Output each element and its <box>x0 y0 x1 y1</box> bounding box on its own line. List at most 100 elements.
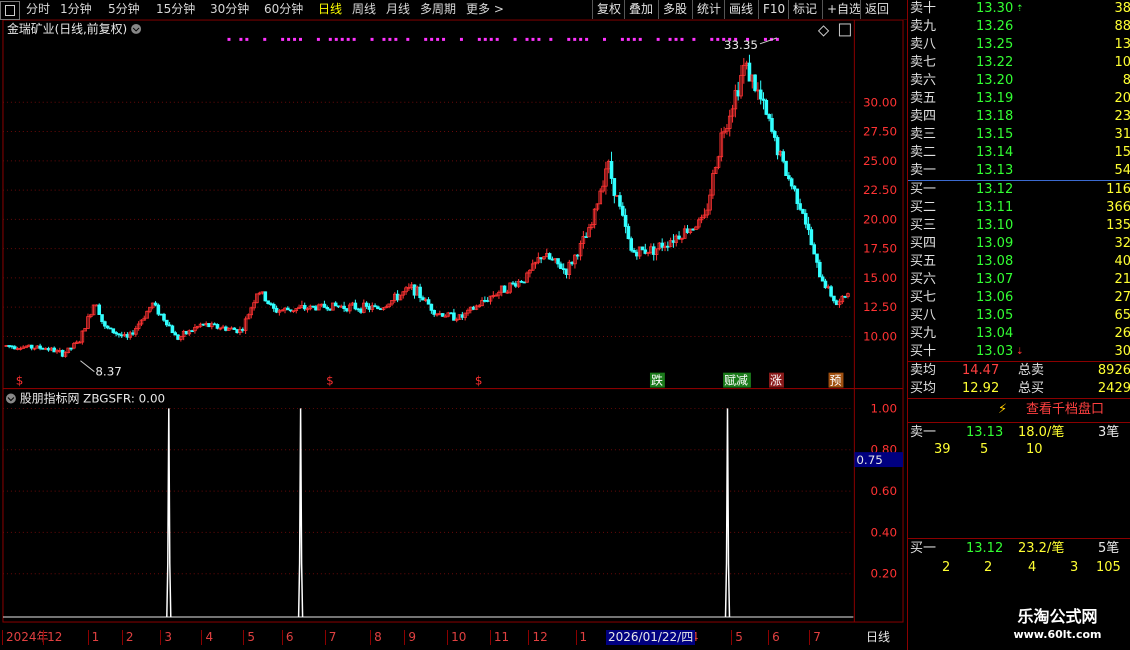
high-price-label: 33.35 <box>724 38 758 52</box>
ask-row[interactable]: 卖三 13.15 31 <box>908 126 1130 144</box>
toolbar-action-0[interactable]: 复权 <box>592 0 625 19</box>
toolbar-action-4[interactable]: 画线 <box>724 0 757 19</box>
signal-dot <box>477 37 481 41</box>
period-tab-0[interactable]: 分时 <box>26 2 50 17</box>
bid-row[interactable]: 买二 13.11 366 <box>908 199 1130 217</box>
ask-row[interactable]: 卖七 13.22 10 <box>908 54 1130 72</box>
candle-body <box>94 304 99 307</box>
avg-ask-label: 卖均 <box>910 363 937 378</box>
candle-body <box>114 332 118 335</box>
signal-dot <box>549 37 553 41</box>
candle-body <box>232 327 237 330</box>
bid-row[interactable]: 买十 13.03 ⇣ 30 <box>908 343 1130 361</box>
candle-body <box>440 313 445 317</box>
event-marker[interactable]: 赋减 <box>724 374 748 388</box>
main-pane-frame <box>2 20 904 390</box>
event-marker[interactable]: 跌 <box>651 374 663 388</box>
period-tab-2[interactable]: 5分钟 <box>108 2 140 17</box>
candle-body <box>452 312 456 321</box>
period-tab-4[interactable]: 30分钟 <box>210 2 249 17</box>
candle-body <box>767 114 771 119</box>
bid-row[interactable]: 买四 13.09 32 <box>908 235 1130 253</box>
dividend-marker[interactable]: $ <box>16 374 24 388</box>
event-marker[interactable]: 涨 <box>770 374 782 388</box>
bid-volume: 40 <box>1114 254 1130 269</box>
ask-level-label: 卖三 <box>910 127 937 142</box>
kline-chart[interactable]: 金瑞矿业(日线,前复权) 30.00 27.50 25.00 22.50 20.00 17.… <box>0 20 906 626</box>
bid-row[interactable]: 买一 13.12 116 <box>908 181 1130 199</box>
candlestick-series <box>4 54 850 358</box>
candle-body <box>787 175 791 180</box>
indicator-dropdown-icon[interactable] <box>5 393 16 404</box>
candle-body <box>286 307 290 311</box>
bid-row[interactable]: 买六 13.07 21 <box>908 271 1130 289</box>
high-pointer-line <box>759 37 778 45</box>
period-tab-3[interactable]: 15分钟 <box>156 2 195 17</box>
ask-row[interactable]: 卖九 13.26 88 <box>908 18 1130 36</box>
candle-body <box>556 258 560 265</box>
ask-row[interactable]: 卖八 13.25 13 <box>908 36 1130 54</box>
toolbar-action-7[interactable]: +自选 <box>822 0 865 19</box>
period-tab-6[interactable]: 日线 <box>318 2 342 17</box>
bid-row[interactable]: 买三 13.10 135 <box>908 217 1130 235</box>
candle-body <box>449 312 453 315</box>
date-tick: 9 <box>404 630 416 645</box>
candle-body <box>131 332 135 335</box>
candle-body <box>511 282 515 285</box>
ask-row[interactable]: 卖一 13.13 54 <box>908 162 1130 180</box>
period-tab-8[interactable]: 月线 <box>386 2 410 17</box>
toolbar-action-2[interactable]: 多股 <box>658 0 691 19</box>
indicator-axis-label: 1.00 <box>871 401 898 415</box>
thousand-level-button[interactable]: ⚡ 查看千档盘口 <box>908 400 1123 420</box>
bid-row[interactable]: 买五 13.08 40 <box>908 253 1130 271</box>
ask-row[interactable]: 卖二 13.14 15 <box>908 144 1130 162</box>
toolbar-action-1[interactable]: 叠加 <box>624 0 657 19</box>
avg-bid-label: 买均 <box>910 381 937 396</box>
signal-dot <box>674 37 678 41</box>
panel-toggle-icon[interactable] <box>0 1 20 20</box>
candle-body <box>609 161 614 179</box>
ask-row[interactable]: 卖四 13.18 23 <box>908 108 1130 126</box>
signal-dot <box>668 37 672 41</box>
ask-row[interactable]: 卖十 13.30 ⇡ 38 <box>908 0 1130 18</box>
dividend-marker[interactable]: $ <box>475 374 483 388</box>
toolbar-action-5[interactable]: F10 <box>758 0 789 19</box>
toolbar-action-8[interactable]: 返回 <box>860 0 893 19</box>
candle-body <box>342 305 346 309</box>
ask-price: 13.26 <box>976 19 1014 34</box>
candle-body <box>105 325 110 329</box>
crosshair-date: 2026/01/22/四 <box>606 630 696 645</box>
thousand-level-label: 查看千档盘口 <box>1026 402 1105 417</box>
period-tab-7[interactable]: 周线 <box>352 2 376 17</box>
period-tab-10[interactable]: 更多 > <box>466 2 504 17</box>
bid-row[interactable]: 买八 13.05 65 <box>908 307 1130 325</box>
bid-row[interactable]: 买九 13.04 26 <box>908 325 1130 343</box>
ask-row[interactable]: 卖六 13.20 8 <box>908 72 1130 90</box>
dividend-marker[interactable]: $ <box>326 374 334 388</box>
price-axis-label: 27.50 <box>863 125 897 139</box>
candle-body <box>176 334 180 340</box>
candle-body <box>125 334 130 338</box>
bid-price: 13.05 <box>976 308 1014 323</box>
panel-expand-icon[interactable] <box>838 23 851 37</box>
event-marker[interactable]: 预 <box>830 374 842 388</box>
signal-dot <box>287 37 291 41</box>
candle-body <box>325 307 330 310</box>
candle-body <box>263 291 268 302</box>
candle-body <box>584 236 588 238</box>
period-tab-1[interactable]: 1分钟 <box>60 2 92 17</box>
toolbar-action-6[interactable]: 标记 <box>788 0 821 19</box>
diamond-icon[interactable] <box>817 25 830 37</box>
bid-row[interactable]: 买七 13.06 27 <box>908 289 1130 307</box>
period-tab-5[interactable]: 60分钟 <box>264 2 303 17</box>
candle-body <box>651 246 656 255</box>
ask-row[interactable]: 卖五 13.19 20 <box>908 90 1130 108</box>
price-axis-label: 12.50 <box>863 300 897 314</box>
period-tab-9[interactable]: 多周期 <box>420 2 456 17</box>
toolbar-action-3[interactable]: 统计 <box>692 0 725 19</box>
signal-dot <box>603 37 606 41</box>
title-dropdown-icon[interactable] <box>131 23 142 34</box>
signal-dot <box>579 37 583 41</box>
period-label: 日线 <box>866 630 891 644</box>
candle-body <box>618 195 622 207</box>
